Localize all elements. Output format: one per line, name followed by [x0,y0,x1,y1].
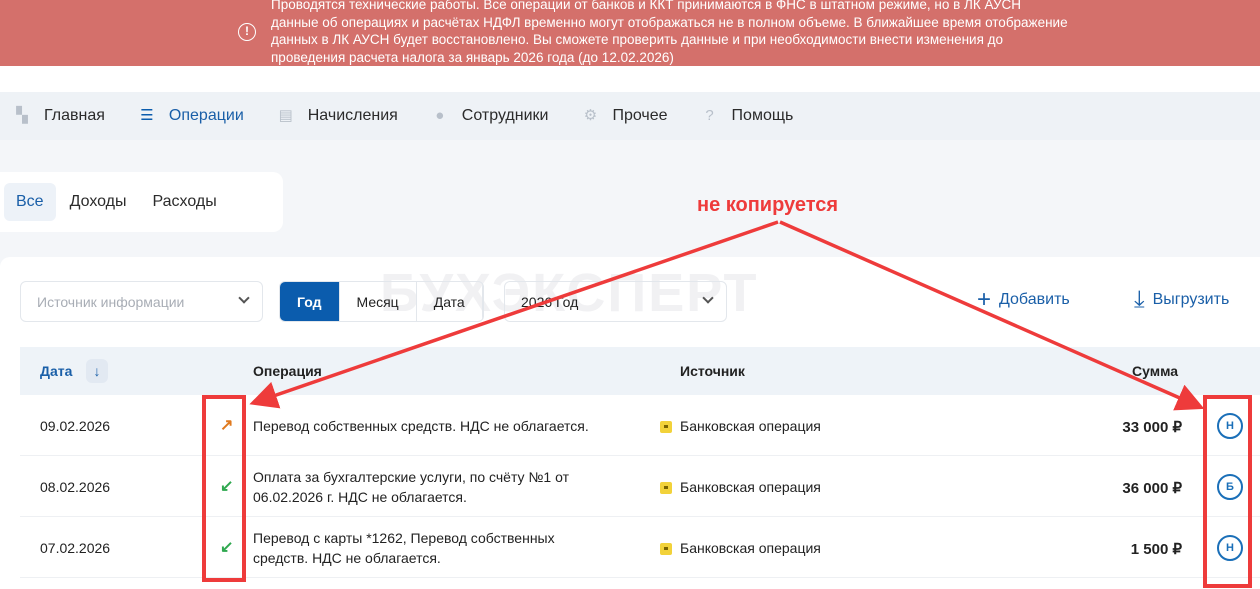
header-operation: Операция [253,363,322,379]
plus-icon: + [977,286,992,313]
row-source: Банковская операция [660,418,821,434]
year-select[interactable]: 2026 Год [504,281,727,322]
table-row[interactable]: 08.02.2026 ↙ Оплата за бухгалтерские усл… [20,456,1260,517]
row-sum: 33 000 ₽ [1122,419,1182,436]
table-row[interactable]: 07.02.2026 ↙ Перевод с карты *1262, Пере… [20,517,1260,578]
alert-circle-icon: ! [238,23,256,41]
period-year[interactable]: Год [280,282,340,321]
table-header: Дата ↓ Операция Источник Сумма [20,347,1260,395]
nav-label: Начисления [307,107,398,124]
list-icon: ☰ [140,107,154,124]
bank-icon [660,543,672,555]
direction-arrow-icon: ↙ [220,539,234,556]
nav-accruals[interactable]: ▤ Начисления [278,107,398,125]
chevron-down-icon [238,292,250,304]
export-button[interactable]: ⤓ Выгрузить [1134,286,1230,313]
sort-down-icon[interactable]: ↓ [86,359,108,383]
add-label: Добавить [999,291,1070,308]
annotation-label: не копируется [697,194,839,216]
source-placeholder: Источник информации [37,293,185,310]
maintenance-banner: ! Проводятся технические работы. Все опе… [0,0,1260,66]
operation-line: Перевод с карты *1262, Перевод собственн… [253,530,555,546]
period-date[interactable]: Дата [417,282,483,321]
tab-income[interactable]: Доходы [58,183,139,221]
header-date[interactable]: Дата [40,363,72,379]
nav-other[interactable]: ⚙ Прочее [582,107,668,125]
nav-label: Сотрудники [461,107,549,124]
row-source: Банковская операция [660,540,821,556]
operation-line: 06.02.2026 г. НДС не облагается. [253,489,467,505]
source-label: Банковская операция [680,540,821,556]
banner-text: Проводятся технические работы. Все опера… [271,0,1068,65]
row-date: 08.02.2026 [40,479,111,495]
nav-operations[interactable]: ☰ Операции [139,107,244,125]
period-toggle: Год Месяц Дата [279,281,484,322]
direction-arrow-icon: ↗ [220,417,234,434]
receipt-icon: ▤ [278,107,293,124]
tab-expenses[interactable]: Расходы [141,183,229,221]
row-operation: Оплата за бухгалтерские услуги, по счёту… [253,467,569,507]
nav-label: Операции [168,107,244,124]
row-operation: Перевод собственных средств. НДС не обла… [253,416,589,436]
table-row[interactable]: 09.02.2026 ↗ Перевод собственных средств… [20,395,1260,456]
row-source: Банковская операция [660,479,821,495]
add-button[interactable]: + Добавить [977,286,1070,313]
source-label: Банковская операция [680,479,821,495]
export-label: Выгрузить [1152,291,1230,308]
main-nav: ▚ Главная ☰ Операции ▤ Начисления ● Сотрудни… [0,92,1260,140]
person-icon: ● [435,107,445,124]
nav-label: Прочее [612,107,668,124]
bank-icon [660,421,672,433]
header-source: Источник [680,363,745,379]
operation-line: Перевод собственных средств. НДС не обла… [253,418,589,434]
row-date: 07.02.2026 [40,540,111,556]
source-label: Банковская операция [680,418,821,434]
period-month[interactable]: Месяц [340,282,417,321]
year-value: 2026 Год [521,293,579,310]
help-icon: ? [705,107,714,124]
tax-badge[interactable]: Н [1217,535,1243,561]
operation-type-tabs: Все Доходы Расходы [0,172,283,232]
nav-employees[interactable]: ● Сотрудники [432,107,549,125]
tax-badge[interactable]: Б [1217,474,1243,500]
nav-home[interactable]: ▚ Главная [14,107,105,125]
row-sum: 1 500 ₽ [1130,541,1182,558]
row-date: 09.02.2026 [40,418,111,434]
gear-icon: ⚙ [583,107,598,124]
header-sum: Сумма [1132,363,1179,379]
grid-icon: ▚ [16,107,28,124]
nav-label: Помощь [731,107,794,124]
tab-all[interactable]: Все [4,183,56,221]
nav-label: Главная [44,107,105,124]
operation-line: Оплата за бухгалтерские услуги, по счёту… [253,469,569,485]
row-operation: Перевод с карты *1262, Перевод собственн… [253,528,555,568]
tax-badge[interactable]: Н [1217,413,1243,439]
nav-help[interactable]: ? Помощь [702,107,794,125]
source-select[interactable]: Источник информации [20,281,263,322]
row-sum: 36 000 ₽ [1122,480,1182,497]
operation-line: средств. НДС не облагается. [253,550,441,566]
bank-icon [660,482,672,494]
direction-arrow-icon: ↙ [220,478,234,495]
download-icon: ⤓ [1134,286,1145,313]
chevron-down-icon [702,292,714,304]
